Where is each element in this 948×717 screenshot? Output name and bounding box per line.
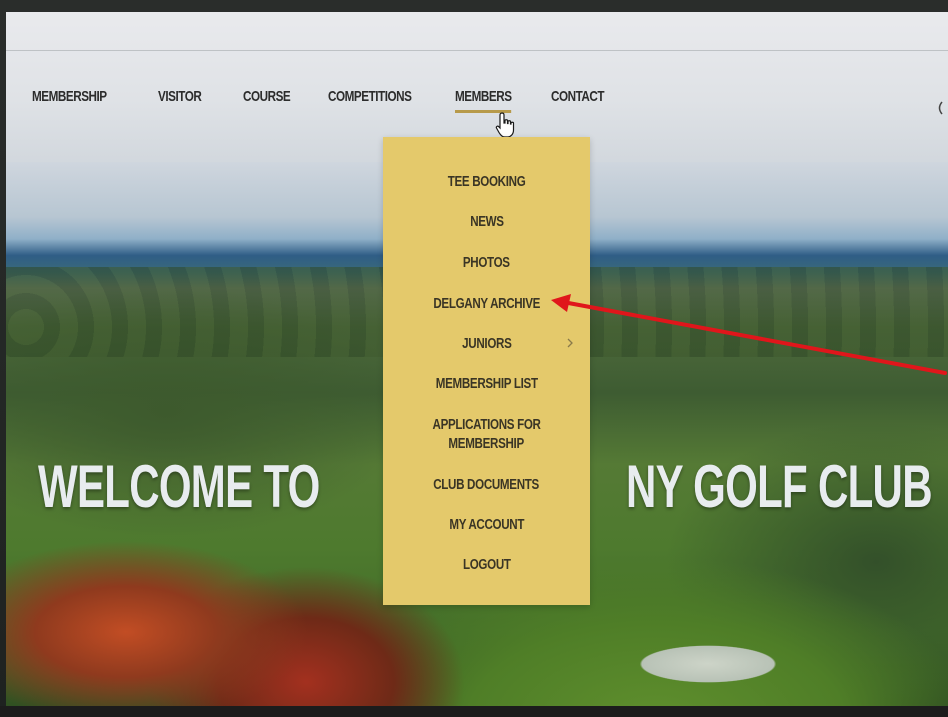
red-arrow-annotation	[551, 294, 947, 375]
menu-item-label: MEMBERSHIP LIST	[435, 376, 538, 392]
menu-item-logout[interactable]: LOGOUT	[383, 556, 590, 575]
nav-membership[interactable]: MEMBERSHIP	[32, 88, 107, 105]
hero-title-right: NY GOLF CLUB	[626, 453, 933, 520]
nav-competitions[interactable]: COMPETITIONS	[328, 88, 412, 105]
hero-title-left: WELCOME TO	[38, 453, 320, 520]
menu-item-label: TEE BOOKING	[447, 174, 526, 190]
nav-visitor[interactable]: VISITOR	[158, 88, 202, 105]
menu-item-news[interactable]: NEWS	[383, 213, 590, 232]
menu-item-tee-booking[interactable]: TEE BOOKING	[383, 173, 590, 192]
menu-item-label: JUNIORS	[461, 336, 512, 352]
menu-item-photos[interactable]: PHOTOS	[383, 254, 590, 273]
edge-partial-icon	[938, 101, 943, 115]
menu-item-label: NEWS	[469, 214, 504, 230]
monitor-bezel	[0, 706, 948, 717]
hand-pointer-icon	[495, 112, 515, 138]
nav-course[interactable]: COURSE	[243, 88, 291, 105]
menu-item-label: PHOTOS	[463, 255, 510, 271]
menu-item-label: DELGANY ARCHIVE	[433, 296, 540, 312]
menu-item-label: LOGOUT	[462, 557, 511, 573]
menu-item-applications-for-membership[interactable]: APPLICATIONS FOR MEMBERSHIP	[383, 416, 590, 454]
nav-members[interactable]: MEMBERS	[455, 88, 512, 113]
nav-contact[interactable]: CONTACT	[551, 88, 605, 105]
hero-title: WELCOME TO NY GOLF CLUB	[38, 452, 948, 532]
menu-item-label: APPLICATIONS FOR	[432, 417, 541, 433]
